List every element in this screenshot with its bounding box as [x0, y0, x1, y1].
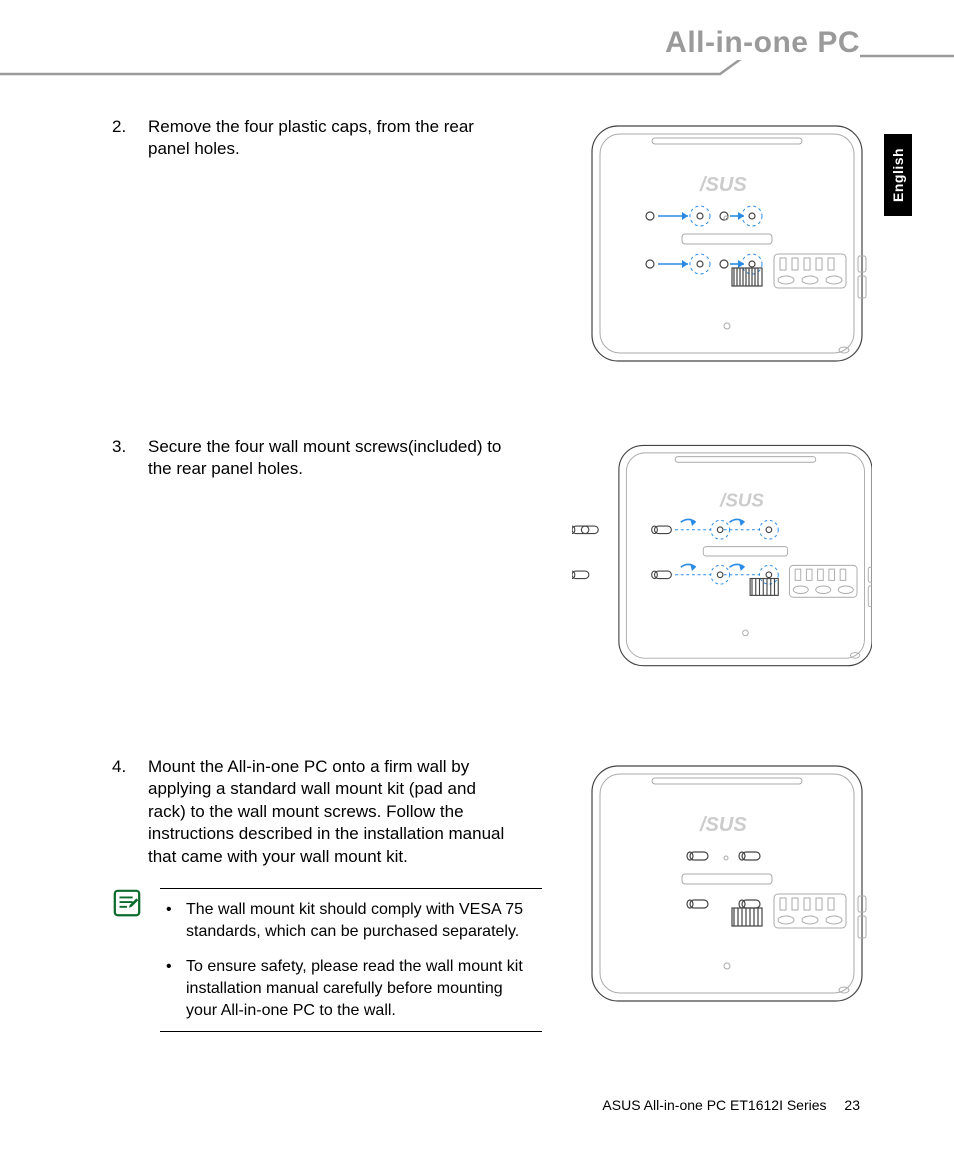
main-content: 2. Remove the four plastic caps, from th… [112, 116, 872, 1032]
page-number: 23 [844, 1097, 860, 1113]
step-2-illustration: /SUS [510, 116, 872, 376]
footer-product: ASUS All-in-one PC ET1612I Series [602, 1097, 826, 1113]
note-icon [112, 888, 142, 918]
note-item: To ensure safety, please read the wall m… [160, 956, 536, 1021]
page-title: All-in-one PC [657, 26, 860, 60]
step-text: Secure the four wall mount screws(includ… [148, 436, 510, 481]
step-2: 2. Remove the four plastic caps, from th… [112, 116, 872, 376]
step-3: 3. Secure the four wall mount screws(inc… [112, 436, 872, 696]
step-text: Remove the four plastic caps, from the r… [148, 116, 510, 161]
step-number: 3. [112, 436, 148, 481]
step-number: 2. [112, 116, 148, 161]
step-4: 4. Mount the All-in-one PC onto a firm w… [112, 756, 872, 1032]
svg-text:/SUS: /SUS [699, 814, 747, 836]
footer: ASUS All-in-one PC ET1612I Series 23 [602, 1097, 860, 1113]
step-3-illustration: /SUS [510, 436, 872, 680]
step-4-illustration: /SUS [510, 756, 872, 1016]
step-number: 4. [112, 756, 148, 868]
note-item: The wall mount kit should comply with VE… [160, 899, 536, 942]
svg-text:/SUS: /SUS [719, 489, 764, 510]
svg-text:/SUS: /SUS [699, 174, 747, 196]
language-tab: English [884, 134, 912, 216]
step-text: Mount the All-in-one PC onto a firm wall… [148, 756, 510, 868]
note-block: The wall mount kit should comply with VE… [112, 888, 542, 1032]
